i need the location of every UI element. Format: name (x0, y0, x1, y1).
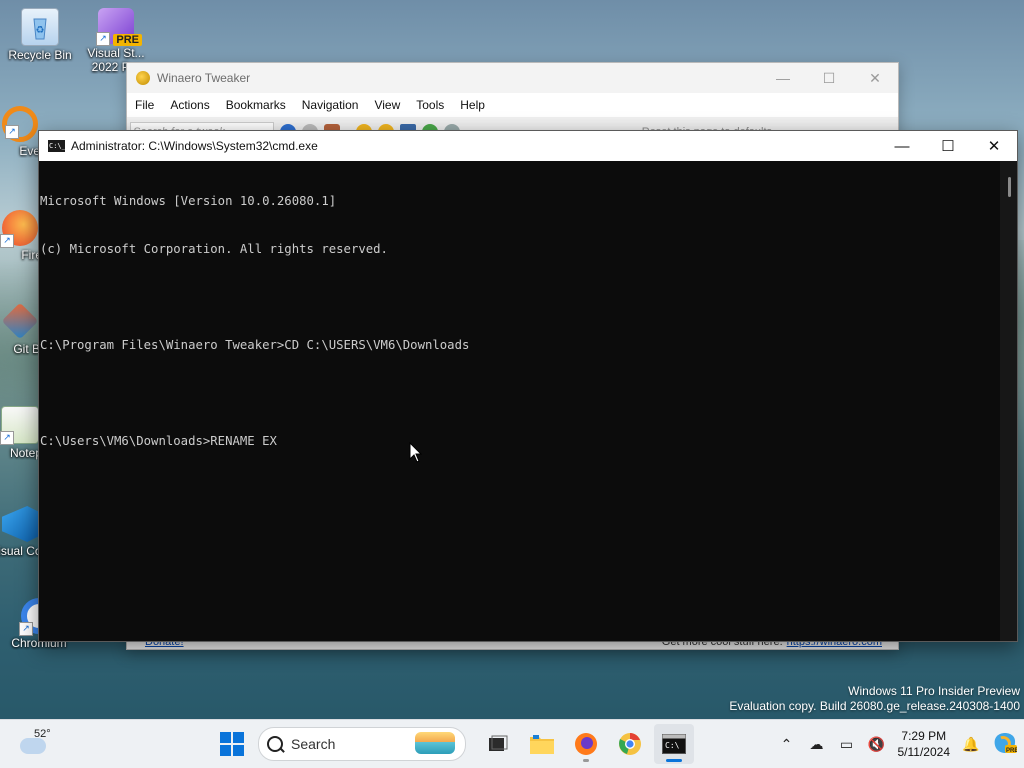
taskbar: 52° Search C:\ ⌃ ☁ ▭ 🔇 7:29 PM 5/11/2024… (0, 719, 1024, 768)
firefox-icon: ↗ (0, 210, 38, 248)
console-line: ​ (39, 289, 999, 305)
maximize-icon[interactable]: ☐ (925, 131, 971, 161)
git-bash-icon (1, 302, 39, 340)
system-tray: ⌃ ☁ ▭ 🔇 7:29 PM 5/11/2024 🔔 PRE (772, 720, 1024, 768)
console-line: C:\Program Files\Winaero Tweaker>CD C:\U… (40, 338, 470, 352)
close-icon[interactable]: ✕ (852, 70, 898, 87)
menu-file[interactable]: File (127, 98, 162, 112)
mouse-cursor-icon (409, 442, 423, 463)
running-indicator (583, 759, 589, 762)
watermark-edition: Windows 11 Pro Insider Preview (848, 684, 1020, 698)
start-button[interactable] (220, 732, 244, 756)
clock-date: 5/11/2024 (897, 745, 951, 759)
start-icon (220, 732, 231, 743)
menu-bookmarks[interactable]: Bookmarks (218, 98, 294, 112)
shortcut-arrow-icon: ↗ (19, 622, 33, 636)
desktop-icon-label: Recycle Bin (8, 48, 72, 62)
console-prompt-line: C:\Users\VM6\Downloads>RENAME EX (40, 434, 277, 448)
chrome-icon (619, 733, 641, 755)
volume-muted-icon[interactable]: 🔇 (862, 736, 892, 753)
cloud-icon (20, 738, 46, 754)
everything-icon: ↗ (2, 106, 38, 142)
weather-widget[interactable]: 52° (16, 726, 76, 762)
taskbar-clock[interactable]: 7:29 PM 5/11/2024 (898, 728, 951, 760)
recycle-bin-icon: ♻ (21, 8, 59, 46)
minimize-icon[interactable]: — (879, 131, 925, 161)
console-line: (c) Microsoft Corporation. All rights re… (40, 242, 388, 256)
visual-studio-icon: ↗ PRE (96, 8, 142, 46)
winaero-menubar: File Actions Bookmarks Navigation View T… (127, 93, 898, 117)
close-icon[interactable]: ✕ (971, 131, 1017, 161)
menu-navigation[interactable]: Navigation (294, 98, 367, 112)
copilot-icon[interactable]: PRE (986, 732, 1024, 757)
taskbar-terminal[interactable]: C:\ (654, 724, 694, 764)
shortcut-arrow-icon: ↗ (96, 32, 110, 46)
clock-time: 7:29 PM (901, 729, 947, 743)
console-output[interactable]: Microsoft Windows [Version 10.0.26080.1]… (39, 161, 999, 641)
shortcut-arrow-icon: ↗ (0, 431, 14, 445)
svg-text:PRE: PRE (1006, 748, 1017, 754)
taskbar-chrome[interactable] (610, 724, 650, 764)
winaero-title: Winaero Tweaker (157, 71, 251, 85)
maximize-icon[interactable]: ☐ (806, 70, 852, 87)
network-icon[interactable]: ▭ (832, 736, 862, 753)
firefox-icon (575, 733, 597, 755)
windows-watermark: Windows 11 Pro Insider Preview Evaluatio… (729, 684, 1020, 714)
watermark-build: Evaluation copy. Build 26080.ge_release.… (729, 699, 1020, 713)
cmd-titlebar[interactable]: C:\_ Administrator: C:\Windows\System32\… (39, 131, 1017, 161)
search-highlight-image (415, 732, 455, 754)
svg-text:C:\: C:\ (665, 741, 680, 750)
vscode-icon (2, 506, 38, 542)
search-icon (267, 736, 283, 752)
menu-view[interactable]: View (366, 98, 408, 112)
pre-badge: PRE (113, 34, 142, 46)
taskbar-search-label: Search (291, 736, 336, 752)
cmd-window[interactable]: C:\_ Administrator: C:\Windows\System32\… (38, 130, 1018, 642)
winaero-app-icon (136, 71, 150, 85)
svg-text:♻: ♻ (36, 25, 45, 36)
menu-actions[interactable]: Actions (162, 98, 217, 112)
notification-bell-icon[interactable]: 🔔 (956, 736, 986, 753)
menu-help[interactable]: Help (452, 98, 493, 112)
taskbar-task-view[interactable] (478, 724, 518, 764)
shortcut-arrow-icon: ↗ (0, 234, 14, 248)
chevron-up-icon[interactable]: ⌃ (772, 736, 802, 753)
taskbar-file-explorer[interactable] (522, 724, 562, 764)
scrollbar-thumb[interactable] (1008, 177, 1011, 197)
notepadpp-icon: ↗ (0, 406, 39, 445)
cmd-app-icon: C:\_ (48, 140, 66, 152)
console-scrollbar[interactable] (1000, 161, 1017, 641)
task-view-icon (489, 735, 508, 751)
running-indicator (666, 759, 682, 762)
file-explorer-icon (530, 735, 554, 754)
minimize-icon[interactable]: — (760, 70, 806, 87)
console-line: Microsoft Windows [Version 10.0.26080.1] (40, 194, 337, 208)
desktop-icon-recycle-bin[interactable]: ♻ Recycle Bin (0, 8, 80, 62)
weather-temp: 52° (34, 728, 51, 740)
console-line: ​ (39, 385, 999, 401)
taskbar-firefox[interactable] (566, 724, 606, 764)
terminal-icon: C:\ (662, 734, 686, 754)
shortcut-arrow-icon: ↗ (5, 125, 19, 139)
cmd-title: Administrator: C:\Windows\System32\cmd.e… (71, 139, 318, 153)
taskbar-search[interactable]: Search (258, 727, 466, 761)
menu-tools[interactable]: Tools (408, 98, 452, 112)
winaero-titlebar[interactable]: Winaero Tweaker — ☐ ✕ (127, 63, 898, 93)
onedrive-offline-icon[interactable]: ☁ (802, 736, 832, 753)
